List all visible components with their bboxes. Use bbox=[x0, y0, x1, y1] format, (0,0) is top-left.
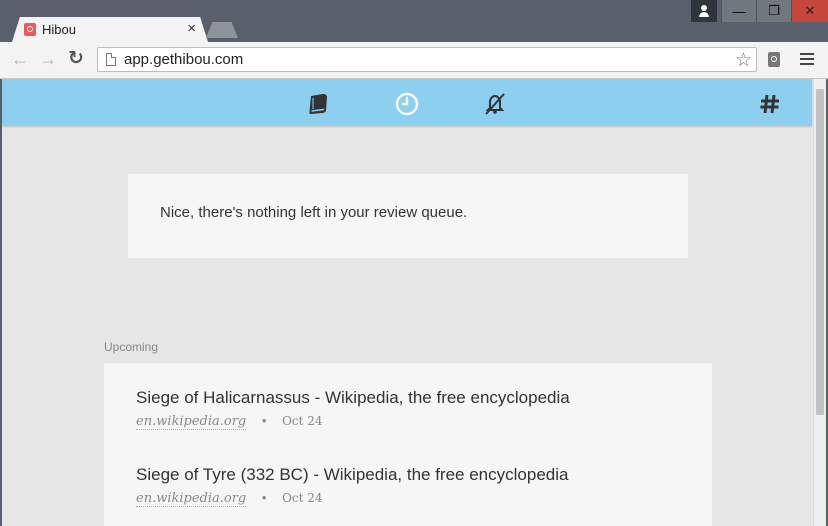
upcoming-heading: Upcoming bbox=[104, 340, 159, 354]
tab-close-icon[interactable]: × bbox=[187, 20, 196, 37]
page-scrollbar[interactable] bbox=[813, 79, 826, 526]
browser-toolbar: ← → ↻ app.gethibou.com ☆ bbox=[0, 42, 828, 79]
page-viewport: Nice, there's nothing left in your revie… bbox=[2, 79, 826, 526]
hibou-favicon-icon bbox=[24, 23, 36, 36]
item-domain-link[interactable]: en.wikipedia.org bbox=[136, 491, 247, 507]
hibou-extension-icon[interactable] bbox=[768, 52, 780, 67]
item-date: Oct 24 bbox=[282, 414, 323, 428]
bell-off-icon[interactable] bbox=[482, 91, 508, 117]
tab-title: Hibou bbox=[42, 22, 76, 37]
tab-strip: Hibou × — ❐ ✕ bbox=[0, 0, 828, 42]
tab-hibou[interactable]: Hibou × bbox=[12, 17, 208, 42]
close-window-button[interactable]: ✕ bbox=[791, 0, 828, 22]
window-controls: — ❐ ✕ bbox=[691, 0, 828, 22]
item-meta: en.wikipedia.org • Oct 24 bbox=[136, 413, 570, 430]
page-icon bbox=[106, 53, 116, 66]
browser-window: Hibou × — ❐ ✕ ← → ↻ app.gethibou.com ☆ N… bbox=[0, 0, 828, 526]
item-date: Oct 24 bbox=[282, 491, 323, 505]
list-item: Siege of Halicarnassus - Wikipedia, the … bbox=[136, 388, 570, 430]
meta-separator: • bbox=[261, 413, 267, 428]
clock-icon[interactable] bbox=[394, 91, 420, 117]
forward-button[interactable]: → bbox=[38, 49, 58, 69]
url-text[interactable]: app.gethibou.com bbox=[124, 51, 243, 68]
address-bar[interactable]: app.gethibou.com ☆ bbox=[97, 47, 757, 72]
item-title-link[interactable]: Siege of Halicarnassus - Wikipedia, the … bbox=[136, 388, 570, 408]
scrollbar-thumb[interactable] bbox=[816, 89, 824, 415]
reload-button[interactable]: ↻ bbox=[66, 49, 86, 69]
list-item: Siege of Tyre (332 BC) - Wikipedia, the … bbox=[136, 465, 568, 507]
item-meta: en.wikipedia.org • Oct 24 bbox=[136, 490, 568, 507]
upcoming-list: Siege of Halicarnassus - Wikipedia, the … bbox=[104, 363, 712, 526]
bookmark-star-icon[interactable]: ☆ bbox=[735, 49, 752, 72]
book-icon[interactable] bbox=[306, 91, 332, 117]
item-domain-link[interactable]: en.wikipedia.org bbox=[136, 414, 247, 430]
maximize-button[interactable]: ❐ bbox=[756, 0, 791, 22]
minimize-button[interactable]: — bbox=[721, 0, 756, 22]
review-queue-card: Nice, there's nothing left in your revie… bbox=[128, 174, 688, 258]
app-header bbox=[2, 79, 812, 126]
browser-menu-icon[interactable] bbox=[800, 53, 814, 65]
profile-icon[interactable] bbox=[691, 0, 717, 22]
meta-separator: • bbox=[261, 490, 267, 505]
back-button[interactable]: ← bbox=[10, 49, 30, 69]
item-title-link[interactable]: Siege of Tyre (332 BC) - Wikipedia, the … bbox=[136, 465, 568, 485]
review-empty-message: Nice, there's nothing left in your revie… bbox=[160, 204, 468, 221]
new-tab-button[interactable] bbox=[206, 22, 238, 38]
hash-icon[interactable] bbox=[757, 91, 783, 117]
